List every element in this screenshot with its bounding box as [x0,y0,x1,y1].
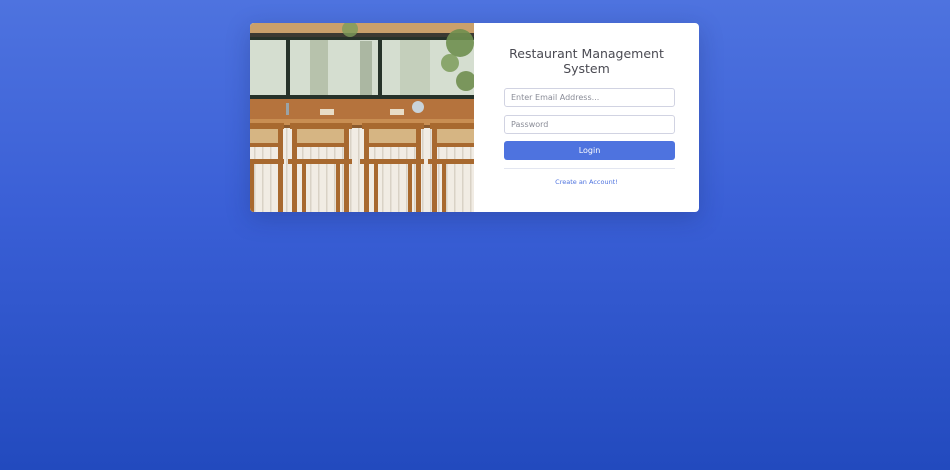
email-input[interactable] [504,88,675,107]
login-card: Restaurant Management System Login Creat… [250,23,699,212]
password-input[interactable] [504,115,675,134]
login-form: Restaurant Management System Login Creat… [474,23,699,212]
restaurant-photo [250,23,474,212]
login-button[interactable]: Login [504,141,675,160]
restaurant-bar-illustration [250,23,474,212]
create-account-link[interactable]: Create an Account! [474,178,699,186]
page-title: Restaurant Management System [509,46,664,76]
divider [504,168,675,169]
